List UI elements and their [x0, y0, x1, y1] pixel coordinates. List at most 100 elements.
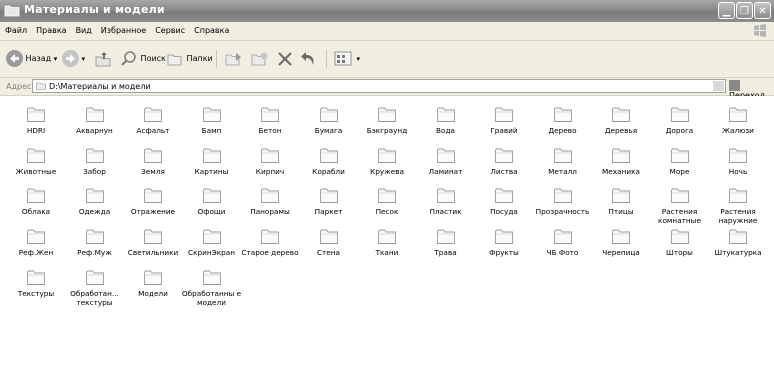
- folder-item[interactable]: Старое дерево: [239, 227, 301, 257]
- folder-item[interactable]: Жалюзи: [707, 105, 769, 135]
- copy-to-button[interactable]: [250, 49, 270, 69]
- folder-item[interactable]: Вода: [415, 105, 477, 135]
- menu-edit[interactable]: Правка: [31, 22, 70, 35]
- folder-item[interactable]: Ночь: [707, 146, 769, 176]
- menu-tools[interactable]: Сервис: [150, 22, 189, 35]
- folder-item[interactable]: Акварнун: [64, 105, 126, 135]
- minimize-button[interactable]: ▁: [718, 2, 735, 19]
- move-to-button[interactable]: [224, 49, 244, 69]
- folder-item[interactable]: Животные: [5, 146, 67, 176]
- folder-icon: [261, 148, 279, 163]
- maximize-button[interactable]: ❐: [736, 2, 753, 19]
- folder-item[interactable]: Дорога: [649, 105, 711, 135]
- folder-item[interactable]: Ткани: [356, 227, 418, 257]
- folder-item[interactable]: Паркет: [298, 186, 360, 216]
- folder-item[interactable]: Модели: [122, 268, 184, 298]
- folder-item[interactable]: Кружева: [356, 146, 418, 176]
- folder-label: СкринЭкран: [187, 248, 236, 257]
- folder-item[interactable]: Офощи: [181, 186, 243, 216]
- folder-item[interactable]: Растения наружние: [707, 186, 769, 225]
- folder-icon: [553, 229, 572, 244]
- folder-item[interactable]: Реф.Муж: [64, 227, 126, 257]
- folder-item[interactable]: Реф.Жен: [5, 227, 67, 257]
- folder-item[interactable]: Корабли: [298, 146, 360, 176]
- folders-button[interactable]: Папки: [166, 49, 213, 69]
- folder-item[interactable]: Картины: [181, 146, 243, 176]
- folder-item[interactable]: Металл: [532, 146, 594, 176]
- folder-item[interactable]: Облака: [5, 186, 67, 216]
- folder-icon: [319, 107, 338, 122]
- folder-label: Растения наружние: [718, 207, 758, 225]
- folder-label: Металл: [548, 167, 577, 176]
- folder-item[interactable]: Дерево: [532, 105, 594, 135]
- folder-item[interactable]: Светильники: [122, 227, 184, 257]
- search-button[interactable]: Поиск: [120, 49, 166, 69]
- folder-label: Песок: [375, 207, 399, 216]
- close-button[interactable]: ✕: [754, 2, 771, 19]
- folder-item[interactable]: СкринЭкран: [181, 227, 243, 257]
- folder-label: Обработанны е модели: [181, 289, 242, 307]
- folder-icon: [670, 107, 689, 122]
- folder-item[interactable]: Ламинат: [415, 146, 477, 176]
- back-button[interactable]: Назад ▾: [6, 49, 57, 69]
- folder-item[interactable]: Отражение: [122, 186, 184, 216]
- forward-button[interactable]: ▾: [62, 49, 85, 69]
- folder-item[interactable]: Земля: [122, 146, 184, 176]
- folder-item[interactable]: Бамп: [181, 105, 243, 135]
- folder-item[interactable]: Текстуры: [5, 268, 67, 298]
- delete-button[interactable]: [276, 49, 294, 69]
- folder-item[interactable]: Бумага: [298, 105, 360, 135]
- toolbar: Назад ▾ ▾ Поиск Папки ▾: [0, 41, 774, 78]
- folder-icon: [378, 229, 396, 244]
- undo-button[interactable]: [300, 49, 318, 69]
- views-button[interactable]: ▾: [334, 49, 360, 69]
- folder-item[interactable]: ЧБ Фото: [532, 227, 594, 257]
- menu-help[interactable]: Справка: [189, 22, 233, 35]
- address-input[interactable]: D:\Материалы и модели: [32, 79, 726, 93]
- title-bar[interactable]: Материалы и модели ▁ ❐ ✕: [0, 0, 774, 22]
- folder-item[interactable]: Посуда: [473, 186, 535, 216]
- folder-item[interactable]: Прозрачность: [532, 186, 594, 216]
- folder-label: Обработан... текстуры: [70, 289, 119, 307]
- folder-item[interactable]: Бэкграунд: [356, 105, 418, 135]
- folder-item[interactable]: Море: [649, 146, 711, 176]
- folder-item[interactable]: Забор: [64, 146, 126, 176]
- folder-label: ЧБ Фото: [546, 248, 579, 257]
- folder-item[interactable]: Листва: [473, 146, 535, 176]
- folder-item[interactable]: Бетон: [239, 105, 301, 135]
- folder-icon: [436, 188, 455, 203]
- folder-item[interactable]: Черепица: [590, 227, 652, 257]
- folder-item[interactable]: Пластик: [415, 186, 477, 216]
- folder-item[interactable]: Обработан... текстуры: [64, 268, 126, 307]
- folder-label: Реф.Жен: [18, 248, 54, 257]
- folder-label: Ткани: [375, 248, 399, 257]
- menu-view[interactable]: Вид: [71, 22, 96, 35]
- folder-item[interactable]: Растения комнатные: [649, 186, 711, 225]
- back-arrow-icon: [6, 50, 23, 67]
- chevron-down-icon[interactable]: [713, 81, 724, 91]
- folder-item[interactable]: Трава: [415, 227, 477, 257]
- folder-icon: [495, 188, 513, 203]
- folder-item[interactable]: Шторы: [649, 227, 711, 257]
- folder-item[interactable]: Обработанны е модели: [181, 268, 243, 307]
- folder-item[interactable]: Птицы: [590, 186, 652, 216]
- folder-item[interactable]: Стена: [298, 227, 360, 257]
- folder-item[interactable]: Одежда: [64, 186, 126, 216]
- folder-item[interactable]: Асфальт: [122, 105, 184, 135]
- menu-favorites[interactable]: Избранное: [96, 22, 150, 35]
- folder-icon: [436, 107, 455, 122]
- menu-file[interactable]: Файл: [0, 22, 31, 35]
- up-folder-button[interactable]: [94, 49, 112, 69]
- folder-item[interactable]: Механика: [590, 146, 652, 176]
- folder-item[interactable]: Фрукты: [473, 227, 535, 257]
- address-path: D:\Материалы и модели: [49, 82, 151, 91]
- folder-item[interactable]: Песок: [356, 186, 418, 216]
- folder-item[interactable]: Штукатурка: [707, 227, 769, 257]
- folder-item[interactable]: Деревья: [590, 105, 652, 135]
- folder-label: Одежда: [78, 207, 111, 216]
- folder-item[interactable]: Гравий: [473, 105, 535, 135]
- folder-item[interactable]: Панорамы: [239, 186, 301, 216]
- folder-item[interactable]: Кирпич: [239, 146, 301, 176]
- search-icon: [121, 50, 136, 66]
- folder-item[interactable]: HDRI: [5, 105, 67, 135]
